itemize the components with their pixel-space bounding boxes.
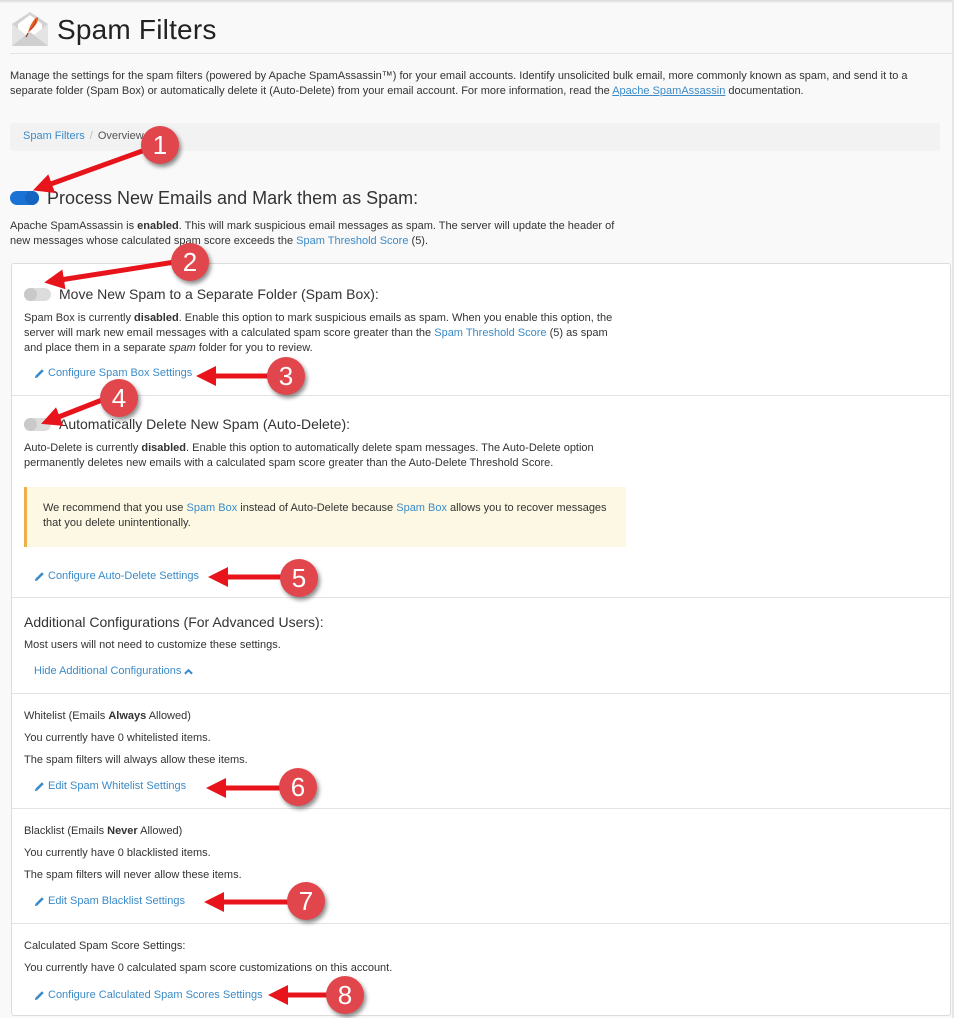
annotation-badge-3: 3 xyxy=(267,357,305,395)
annotation-badge-4: 4 xyxy=(100,379,138,417)
annotation-badge-1: 1 xyxy=(141,126,179,164)
annotation-badge-6: 6 xyxy=(279,768,317,806)
annotation-badge-5: 5 xyxy=(280,559,318,597)
annotation-badge-8: 8 xyxy=(326,976,364,1014)
arrow-2-line xyxy=(44,259,176,290)
annotation-badge-7: 7 xyxy=(287,882,325,920)
arrow-4-line xyxy=(41,397,103,426)
arrow-1-line xyxy=(32,147,146,194)
annotation-badge-2: 2 xyxy=(171,243,209,281)
